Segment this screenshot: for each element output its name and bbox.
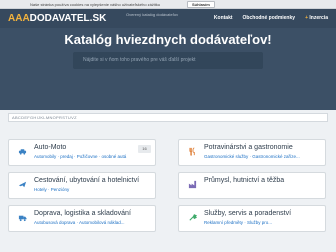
factory-icon [188, 180, 197, 189]
category-title: Cestování, ubytování a hotelnictví [34, 177, 140, 184]
alphabet-filter[interactable]: ABCDEFGHIJKLMNOPRSTUVZ [8, 113, 328, 122]
nav-contact[interactable]: Kontakt [214, 15, 233, 21]
logo-accent: AAA [8, 12, 30, 24]
category-title: Potravinárstvi a gastronomie [204, 144, 293, 151]
category-subcategories[interactable]: Automobily · predaj · Požičovne · osobné… [34, 154, 126, 159]
category-title: Doprava, logistika a skladování [34, 210, 131, 217]
category-card-food[interactable]: Potravinárstvi a gastronomie Gastronomic… [178, 139, 326, 166]
site-tagline: Overený katalóg dodávateľov [126, 12, 179, 17]
main-nav: Kontakt Obchodné podmienky + Inzercia [214, 9, 328, 27]
plus-icon: + [305, 15, 308, 21]
cookie-bar: Naše stránka používa cookies na vylepšen… [0, 0, 336, 9]
food-icon [189, 147, 195, 156]
logo-text: DODAVATEL.SK [29, 12, 107, 24]
hero-title: Katalóg hviezdnych dodávateľov! [64, 32, 272, 47]
category-subcategories[interactable]: Autobusová doprava · Automobilová náklad… [34, 220, 125, 225]
category-title: Auto-Moto [34, 144, 67, 151]
category-count-badge: 16 [138, 145, 151, 153]
category-card-auto-moto[interactable]: Auto-Moto Automobily · predaj · Požičovn… [8, 139, 156, 166]
category-title: Průmysl, hutnictví a těžba [204, 177, 285, 184]
category-card-travel[interactable]: Cestování, ubytování a hotelnictví Hotel… [8, 172, 156, 199]
search-placeholder: Nájdite si v ňom toho pravého pre váš ďa… [83, 57, 196, 63]
nav-terms[interactable]: Obchodné podmienky [243, 15, 296, 21]
category-subcategories[interactable]: Reklamní předměty · Služby pro... [204, 220, 272, 225]
search-input[interactable]: Nájdite si v ňom toho pravého pre váš ďa… [73, 52, 263, 69]
category-card-services[interactable]: Služby, servis a poradenství Reklamní př… [178, 205, 326, 232]
service-icon [189, 214, 197, 221]
car-icon [18, 149, 27, 155]
page: AAA DODAVATEL.SK Overený katalóg dodávate… [0, 0, 336, 252]
nav-advertising[interactable]: + Inzercia [305, 15, 328, 21]
category-subcategories[interactable]: Gastronomické služby · Gastronomické zař… [204, 154, 300, 159]
cookie-text: Naše stránka používa cookies na vylepšen… [30, 2, 161, 7]
category-card-industry[interactable]: Průmysl, hutnictví a těžba [178, 172, 326, 199]
alphabet-letters[interactable]: ABCDEFGHIJKLMNOPRSTUVZ [12, 115, 77, 120]
plane-icon [18, 181, 27, 188]
cookie-accept-button[interactable]: Súhlasím [187, 1, 215, 8]
category-subcategories[interactable]: Hotely · Penzióny [34, 187, 69, 192]
category-title: Služby, servis a poradenství [204, 210, 292, 217]
truck-icon [18, 215, 27, 222]
site-logo[interactable]: AAA DODAVATEL.SK [8, 9, 106, 27]
category-card-transport[interactable]: Doprava, logistika a skladování Autobuso… [8, 205, 156, 232]
